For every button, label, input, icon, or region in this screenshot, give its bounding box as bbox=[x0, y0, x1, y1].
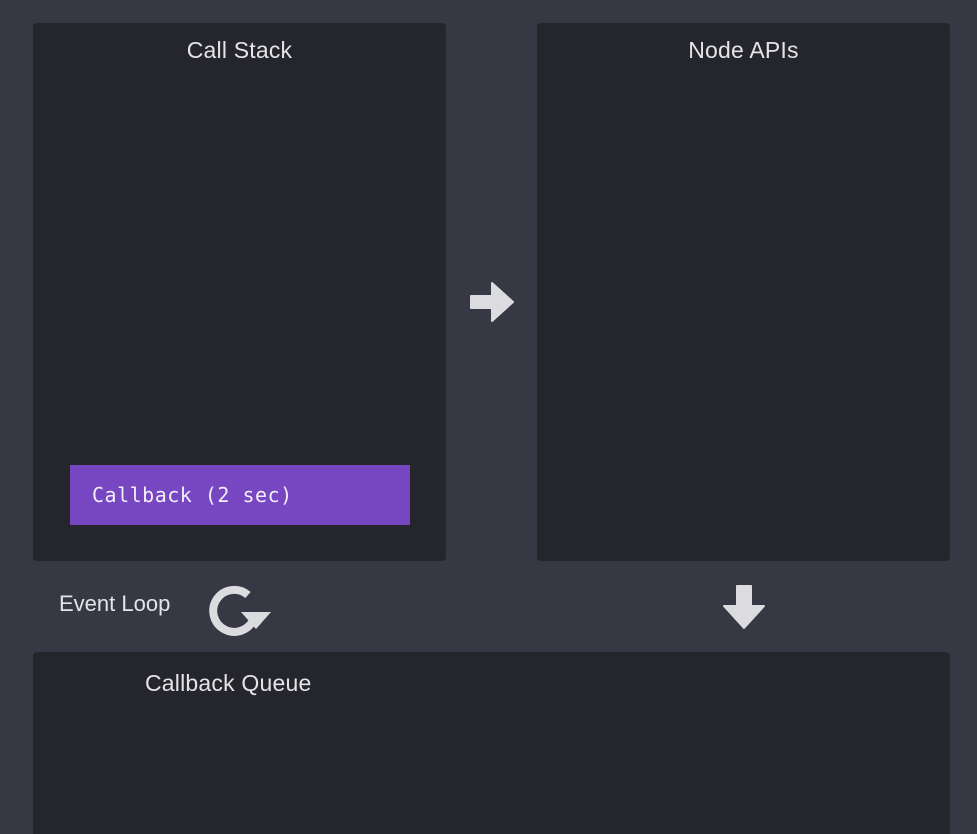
callback-queue-title: Callback Queue bbox=[145, 670, 312, 696]
call-stack-title: Call Stack bbox=[186, 37, 293, 63]
callback-queue-panel: Callback Queue bbox=[33, 652, 950, 834]
event-loop-label: Event Loop bbox=[59, 591, 171, 616]
arrow-right-icon bbox=[470, 282, 514, 322]
node-apis-title: Node APIs bbox=[688, 37, 799, 63]
call-stack-panel: Call Stack Callback (2 sec) bbox=[33, 23, 446, 561]
arrow-down-icon bbox=[723, 585, 765, 629]
refresh-icon bbox=[209, 585, 271, 636]
node-apis-panel: Node APIs bbox=[537, 23, 950, 561]
call-stack-frame: Callback (2 sec) bbox=[70, 465, 410, 525]
